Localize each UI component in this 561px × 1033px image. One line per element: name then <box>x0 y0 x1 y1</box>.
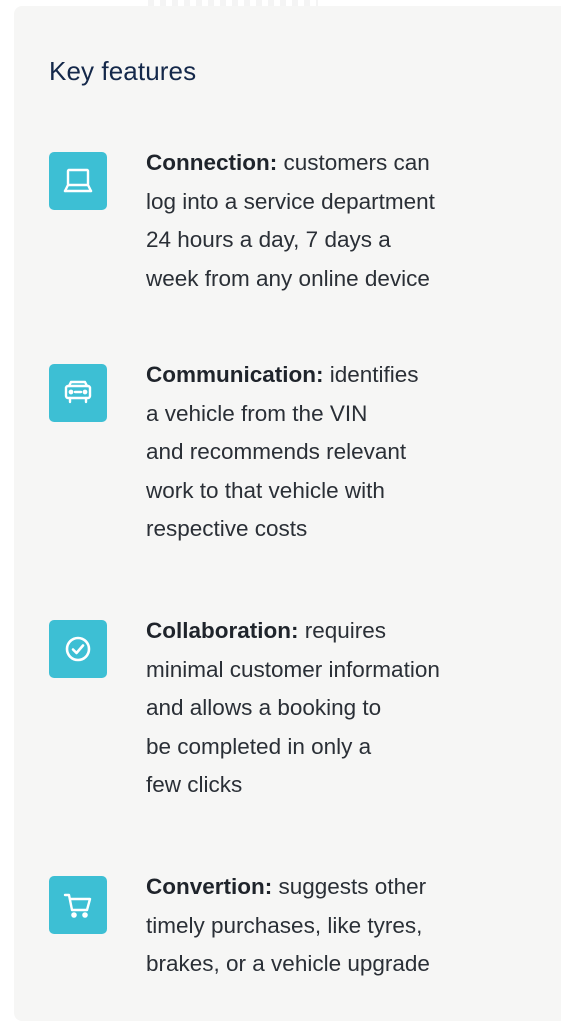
cart-icon <box>49 876 107 934</box>
feature-text: Convertion: suggests other timely purcha… <box>146 874 430 976</box>
check-circle-icon <box>49 620 107 678</box>
feature-lead: Connection: <box>146 150 278 175</box>
laptop-icon <box>49 152 107 210</box>
section-title: Key features <box>49 56 197 86</box>
feature-lead: Collaboration: <box>146 618 299 643</box>
key-features-card: Key features Connection: customers can l… <box>14 6 561 1021</box>
feature-text: Collaboration: requires minimal customer… <box>146 618 440 797</box>
feature-lead: Convertion: <box>146 874 273 899</box>
feature-text: Connection: customers can log into a ser… <box>146 150 435 291</box>
feature-text: Communication: identifies a vehicle from… <box>146 362 419 541</box>
feature-lead: Communication: <box>146 362 324 387</box>
car-icon <box>49 364 107 422</box>
